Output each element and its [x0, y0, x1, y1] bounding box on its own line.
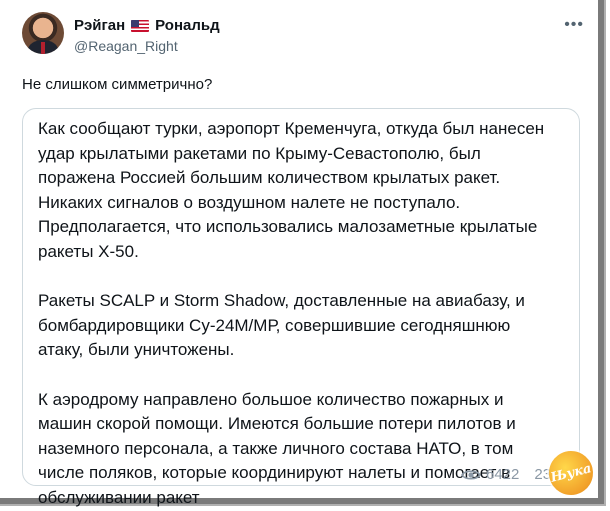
quoted-paragraph-1: Как сообщают турки, аэропорт Кременчуга,…: [38, 119, 545, 261]
avatar-tie: [41, 42, 45, 54]
author-name-part2[interactable]: Рональд: [155, 17, 219, 34]
views-eye-icon: [461, 468, 481, 482]
quoted-post-body: Как сообщают турки, аэропорт Кременчуга,…: [38, 117, 558, 511]
avatar[interactable]: [22, 12, 64, 54]
author-name-part1[interactable]: Рэйган: [74, 17, 125, 34]
post-text: Не слишком симметрично?: [22, 76, 213, 93]
quoted-post[interactable]: Как сообщают турки, аэропорт Кременчуга,…: [22, 108, 580, 507]
post-header: Рэйган Рональд @Reagan_Right •••: [22, 12, 590, 58]
flag-canton: [131, 19, 140, 27]
post-stats: 6422 23: [461, 466, 551, 483]
author-name[interactable]: Рэйган Рональд: [74, 17, 220, 34]
us-flag-icon: [131, 19, 150, 32]
author-handle[interactable]: @Reagan_Right: [74, 38, 178, 54]
quoted-paragraph-3: К аэродрому направлено большое количеств…: [38, 389, 516, 507]
more-options-icon[interactable]: •••: [564, 16, 584, 34]
quoted-paragraph-2: Ракеты SCALP и Storm Shadow, доставленны…: [38, 291, 525, 360]
views-count: 6422: [486, 466, 520, 483]
